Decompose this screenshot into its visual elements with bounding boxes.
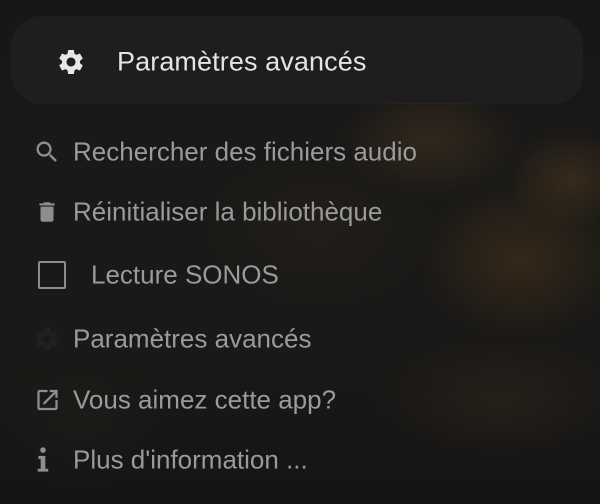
settings-menu: Paramètres avancés Rechercher des fichie…: [0, 0, 600, 504]
menu-item-rate-app[interactable]: Vous aimez cette app?: [30, 378, 550, 422]
menu-item-more-info[interactable]: Plus d'information ...: [30, 438, 550, 482]
gear-icon: [59, 50, 83, 74]
menu-item-search-audio-files[interactable]: Rechercher des fichiers audio: [30, 130, 550, 174]
gear-icon: [36, 327, 58, 351]
menu-item-label: Plus d'information ...: [73, 444, 308, 475]
header-label: Paramètres avancés: [117, 46, 367, 77]
external-link-icon: [37, 389, 58, 411]
info-icon: [37, 447, 49, 472]
sonos-checkbox[interactable]: [38, 261, 66, 289]
menu-item-label: Vous aimez cette app?: [73, 384, 337, 415]
menu-item-reset-library[interactable]: Réinitialiser la bibliothèque: [30, 190, 550, 234]
menu-item-label: Paramètres avancés: [73, 323, 312, 354]
menu-item-label: Lecture SONOS: [91, 259, 279, 290]
menu-item-label: Rechercher des fichiers audio: [73, 136, 417, 167]
trash-icon: [39, 202, 55, 222]
menu-item-label: Réinitialiser la bibliothèque: [73, 196, 383, 227]
menu-item-advanced-settings[interactable]: Paramètres avancés: [30, 317, 550, 361]
menu-item-sonos-playback[interactable]: Lecture SONOS: [30, 253, 550, 297]
search-icon: [36, 141, 57, 162]
advanced-settings-header-button[interactable]: Paramètres avancés: [12, 17, 582, 103]
